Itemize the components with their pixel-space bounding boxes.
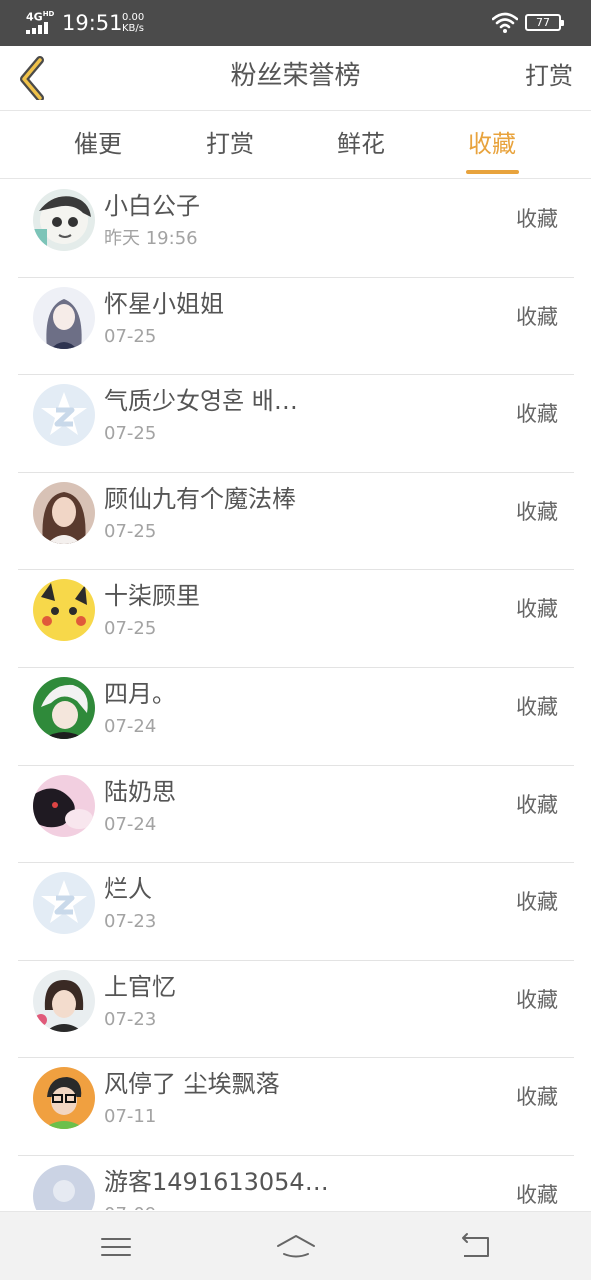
guest-silhouette-avatar bbox=[33, 1165, 95, 1210]
fan-list[interactable]: 小白公子 昨天 19:56 收藏 怀星小姐姐 07-25 收藏 气质少女영혼 배… bbox=[0, 180, 591, 1210]
app-header: 粉丝荣誉榜 打赏 bbox=[0, 46, 591, 111]
action-label: 收藏 bbox=[516, 695, 558, 719]
anime-girl-avatar bbox=[33, 286, 95, 349]
anime-green-avatar bbox=[33, 677, 95, 739]
action-label: 收藏 bbox=[516, 1183, 558, 1207]
action-label: 收藏 bbox=[516, 890, 558, 915]
tab-flowers[interactable]: 鲜花 bbox=[316, 127, 406, 161]
network-sup: HD bbox=[42, 10, 55, 18]
tab-bar: 催更 打赏 鲜花 收藏 bbox=[0, 111, 591, 179]
list-item[interactable]: 小白公子 昨天 19:56 收藏 bbox=[0, 180, 591, 278]
pikachu-avatar bbox=[33, 579, 95, 642]
network-type: 4GHD bbox=[26, 9, 54, 23]
user-name: 小白公子 bbox=[104, 192, 200, 220]
list-item[interactable]: 游客1491613054… 07-09 收藏 bbox=[0, 1156, 591, 1210]
child-photo-avatar bbox=[33, 969, 95, 1032]
list-item[interactable]: 上官忆 07-23 收藏 bbox=[0, 961, 591, 1059]
list-item[interactable]: 十柒顾里 07-25 收藏 bbox=[0, 570, 591, 668]
timestamp: 07-23 bbox=[104, 911, 157, 933]
cartoon-face-avatar bbox=[33, 189, 95, 251]
girl-photo-avatar bbox=[33, 481, 95, 544]
default-z-avatar bbox=[33, 384, 95, 447]
action-label: 收藏 bbox=[516, 597, 558, 622]
action-label: 收藏 bbox=[516, 499, 558, 524]
page-title: 粉丝荣誉榜 bbox=[230, 61, 361, 91]
timestamp: 07-25 bbox=[104, 618, 157, 640]
timestamp: 07-11 bbox=[104, 1106, 157, 1128]
timestamp: 07-23 bbox=[104, 1008, 157, 1030]
speed-unit: KB/s bbox=[122, 23, 144, 34]
home-icon[interactable] bbox=[276, 1230, 316, 1262]
user-name: 陆奶思 bbox=[104, 777, 176, 806]
action-label: 收藏 bbox=[516, 207, 558, 231]
network-speed: 0.00 KB/s bbox=[122, 12, 144, 34]
speed-value: 0.00 bbox=[122, 12, 145, 23]
battery-icon: 77 bbox=[525, 14, 564, 31]
action-label: 收藏 bbox=[516, 402, 558, 427]
timestamp: 07-25 bbox=[104, 423, 157, 445]
user-name: 十柒顾里 bbox=[104, 582, 200, 611]
user-name: 游客1491613054… bbox=[104, 1168, 329, 1196]
user-name: 上官忆 bbox=[104, 972, 176, 1001]
timestamp: 07-25 bbox=[104, 520, 157, 542]
timestamp: 07-24 bbox=[104, 716, 157, 737]
list-item[interactable]: 四月。 07-24 收藏 bbox=[0, 668, 591, 766]
pink-fox-avatar bbox=[33, 774, 95, 837]
tab-reward[interactable]: 打赏 bbox=[185, 127, 275, 161]
timestamp: 07-09 bbox=[104, 1203, 156, 1210]
list-item[interactable]: 风停了 尘埃飘落 07-11 收藏 bbox=[0, 1058, 591, 1156]
signal-icon bbox=[26, 22, 52, 34]
reward-button[interactable]: 打赏 bbox=[525, 59, 573, 93]
timestamp: 07-25 bbox=[104, 325, 157, 347]
timestamp: 昨天 19:56 bbox=[104, 228, 198, 249]
user-name: 烂人 bbox=[104, 875, 152, 904]
user-name: 气质少女영혼 배… bbox=[104, 387, 298, 416]
tab-active-indicator bbox=[466, 170, 519, 174]
boy-glasses-avatar bbox=[33, 1067, 95, 1130]
action-label: 收藏 bbox=[516, 792, 558, 817]
default-z-avatar bbox=[33, 872, 95, 935]
user-name: 怀星小姐姐 bbox=[104, 289, 224, 318]
system-nav-bar bbox=[0, 1211, 591, 1280]
list-item[interactable]: 怀星小姐姐 07-25 收藏 bbox=[0, 278, 591, 376]
user-name: 顾仙九有个魔法棒 bbox=[104, 484, 296, 513]
list-item[interactable]: 陆奶思 07-24 收藏 bbox=[0, 766, 591, 864]
back-icon[interactable] bbox=[456, 1230, 496, 1262]
list-item[interactable]: 气质少女영혼 배… 07-25 收藏 bbox=[0, 375, 591, 473]
user-name: 四月。 bbox=[104, 680, 176, 708]
list-item[interactable]: 烂人 07-23 收藏 bbox=[0, 863, 591, 961]
action-label: 收藏 bbox=[516, 304, 558, 329]
action-label: 收藏 bbox=[516, 1085, 558, 1110]
timestamp: 07-24 bbox=[104, 813, 157, 835]
tab-favorites[interactable]: 收藏 bbox=[447, 127, 537, 161]
clock: 19:51 bbox=[62, 11, 123, 35]
menu-icon[interactable] bbox=[96, 1230, 136, 1262]
user-name: 风停了 尘埃飘落 bbox=[104, 1070, 280, 1099]
wifi-icon bbox=[492, 12, 518, 33]
status-bar: 4GHD 19:51 0.00 KB/s 77 bbox=[0, 0, 591, 46]
tab-urge[interactable]: 催更 bbox=[53, 127, 143, 161]
action-label: 收藏 bbox=[516, 987, 558, 1012]
list-item[interactable]: 顾仙九有个魔法棒 07-25 收藏 bbox=[0, 473, 591, 571]
